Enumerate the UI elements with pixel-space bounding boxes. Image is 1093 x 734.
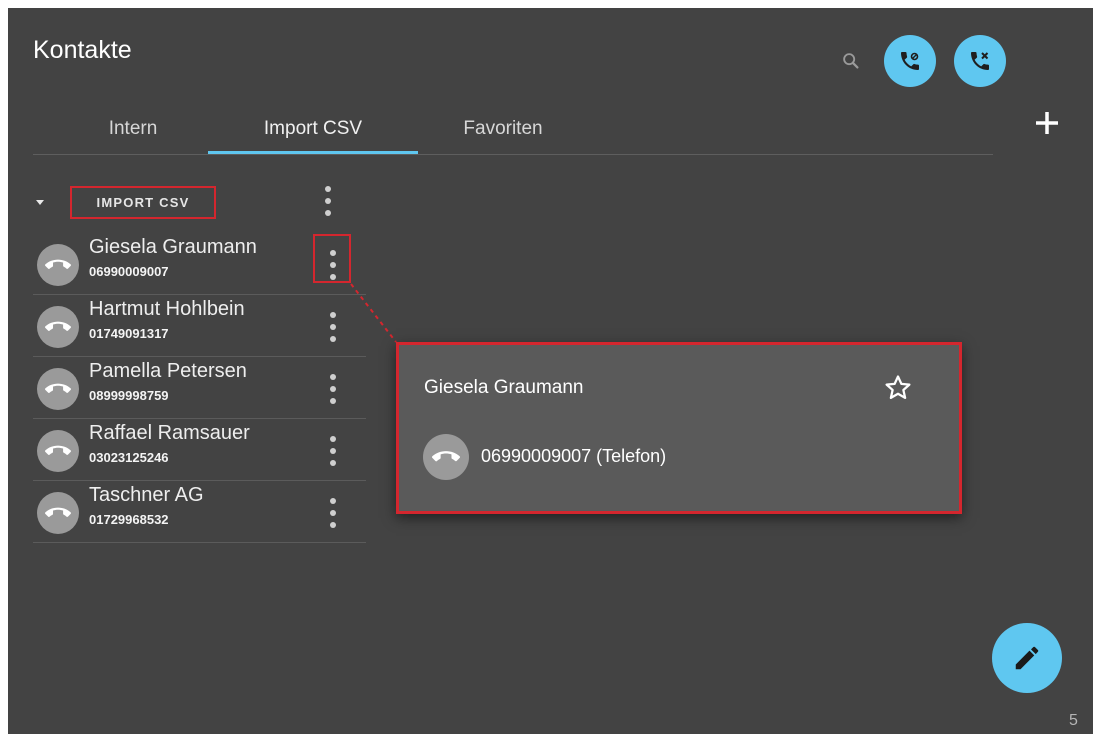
star-outline-icon[interactable] [883, 373, 913, 403]
edit-fab-button[interactable] [992, 623, 1062, 693]
popup-contact-name: Giesela Graumann [424, 377, 584, 398]
contact-name: Taschner AG [89, 484, 204, 506]
contacts-panel: Kontakte Intern Import CSV Favoriten IMP… [8, 8, 1093, 734]
call-forward-button[interactable] [884, 35, 936, 87]
contact-detail-popup: Giesela Graumann 06990009007 (Telefon) [396, 342, 962, 514]
more-options-icon[interactable] [329, 436, 337, 466]
pencil-icon [1015, 646, 1039, 670]
avatar[interactable] [423, 434, 469, 480]
more-options-icon[interactable] [329, 498, 337, 528]
page-number: 5 [1069, 712, 1078, 729]
call-block-button[interactable] [954, 35, 1006, 87]
plus-icon[interactable] [1030, 106, 1064, 140]
popup-phone-number[interactable]: 06990009007 (Telefon) [481, 446, 666, 467]
search-icon[interactable] [840, 50, 862, 72]
contact-name: Raffael Ramsauer [89, 422, 250, 444]
contact-number: 01729968532 [89, 512, 169, 527]
phone-icon [432, 451, 460, 462]
phone-missed-icon [971, 52, 989, 70]
list-item[interactable]: Raffael Ramsauer 03023125246 [33, 418, 366, 481]
avatar [37, 430, 79, 472]
phone-icon [45, 507, 71, 518]
list-item[interactable]: Taschner AG 01729968532 [33, 480, 366, 543]
phone-icon [45, 445, 71, 456]
avatar [37, 492, 79, 534]
contact-number: 03023125246 [89, 450, 169, 465]
phone-settings-icon [901, 52, 919, 70]
